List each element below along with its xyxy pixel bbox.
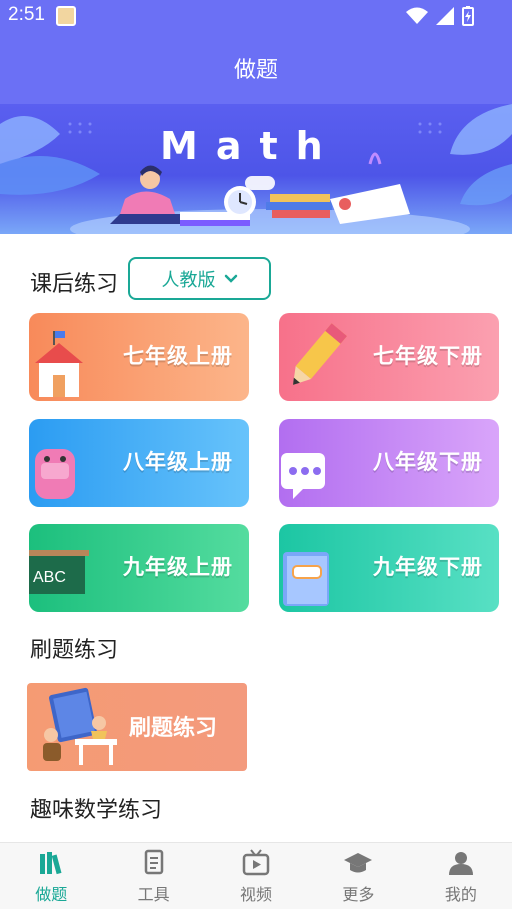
grade-card-illustration	[279, 524, 359, 612]
grade-card-label: 九年级上册	[123, 555, 233, 579]
status-icons	[406, 6, 474, 26]
nav-item-label: 更多	[342, 884, 375, 904]
student-reading-illustration	[43, 687, 117, 765]
grade-card-label: 八年级上册	[123, 450, 233, 474]
nav-item-label: 视频	[240, 884, 273, 904]
svg-text:ABC: ABC	[33, 569, 66, 586]
edition-select-label: 人教版	[161, 269, 216, 291]
drill-section-title: 刷题练习	[30, 638, 119, 663]
notification-app-icon	[56, 6, 76, 26]
books-icon	[40, 851, 62, 874]
grade-card-label: 七年级上册	[123, 344, 233, 368]
grade-card-illustration	[29, 313, 109, 401]
nav-item-label: 做题	[35, 884, 68, 904]
fun-section-title: 趣味数学练习	[30, 798, 163, 823]
video-icon	[242, 848, 270, 875]
user-icon	[448, 851, 473, 875]
signal-icon	[436, 7, 454, 25]
nav-item-label: 我的	[444, 884, 477, 904]
nav-item[interactable]: 工具	[102, 843, 204, 909]
edition-select[interactable]: 人教版	[128, 257, 271, 300]
grade-card-label: 八年级下册	[373, 450, 483, 474]
bottom-navigation: 做题 工具 视频 更多 我的	[0, 842, 512, 909]
nav-item[interactable]: 做题	[0, 843, 102, 909]
math-banner: Math	[0, 104, 512, 234]
grade-card-illustration	[29, 419, 109, 507]
page-title: 做题	[233, 58, 278, 83]
grade-card[interactable]: 七年级上册	[29, 313, 249, 401]
drill-practice-card[interactable]: 刷题练习	[27, 683, 247, 771]
graduation-cap-icon	[344, 852, 373, 872]
grade-card-illustration	[279, 419, 359, 507]
grade-card-label: 七年级下册	[373, 344, 483, 368]
grade-card[interactable]: 九年级下册	[279, 524, 499, 612]
grade-card[interactable]: ABC 九年级上册	[29, 524, 249, 612]
nav-item[interactable]: 更多	[307, 843, 409, 909]
grade-card[interactable]: 八年级上册	[29, 419, 249, 507]
nav-item[interactable]: 视频	[205, 843, 307, 909]
nav-item[interactable]: 我的	[410, 843, 512, 909]
battery-icon	[462, 6, 474, 26]
banner-title: Math	[160, 124, 341, 168]
chevron-down-icon	[224, 274, 237, 283]
drill-practice-label: 刷题练习	[129, 716, 218, 741]
grade-card[interactable]: 七年级下册	[279, 313, 499, 401]
grade-card-illustration: ABC	[29, 524, 109, 612]
status-time: 2:51	[8, 4, 45, 25]
grade-card-illustration	[279, 313, 359, 401]
app-header: 2:51 做题	[0, 0, 512, 104]
wifi-icon	[406, 7, 428, 24]
document-icon	[144, 849, 163, 874]
grade-card-label: 九年级下册	[373, 555, 483, 579]
grade-card[interactable]: 八年级下册	[279, 419, 499, 507]
nav-item-label: 工具	[137, 884, 170, 904]
status-bar: 2:51	[0, 0, 512, 34]
homework-section-title: 课后练习	[30, 272, 119, 297]
